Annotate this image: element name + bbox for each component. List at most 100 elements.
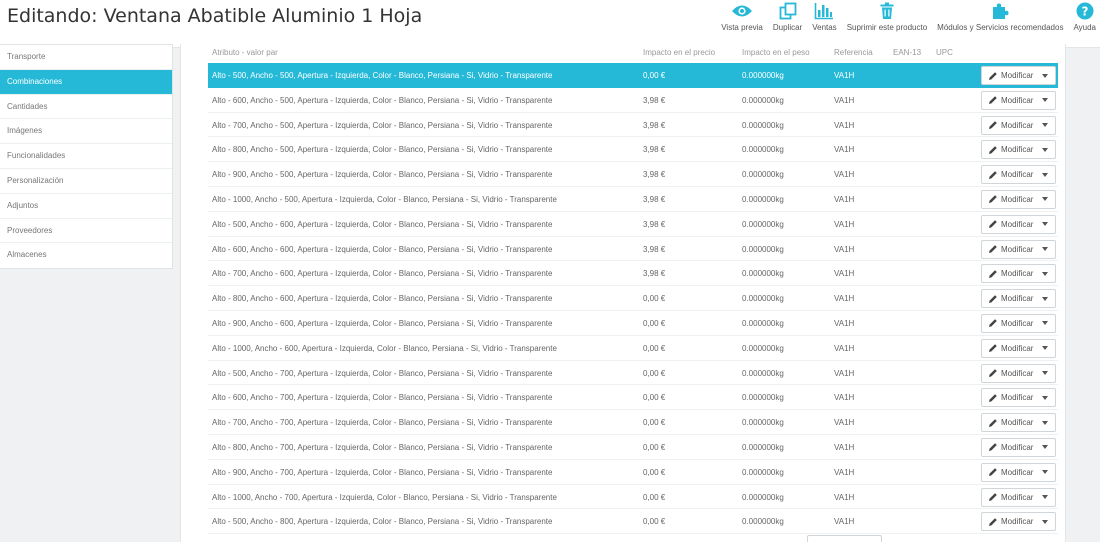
chevron-down-icon[interactable] [1042,197,1048,202]
row-weight-impact: 0.000000kg [742,318,784,328]
row-reference: VA1H [834,343,855,353]
chevron-down-icon[interactable] [1042,346,1048,351]
row-price-impact: 0,00 € [643,442,666,452]
pencil-icon [989,443,997,452]
sidebar-item-personalizacion[interactable]: Personalización [0,169,172,194]
sales-button[interactable]: Ventas [812,0,837,32]
modify-button[interactable]: Modificar [981,140,1056,160]
modify-button[interactable]: Modificar [981,90,1056,110]
modify-button[interactable]: Modificar [981,437,1056,457]
row-attribute: Alto - 700, Ancho - 500, Apertura - Izqu… [212,120,553,130]
sidebar-item-imagenes[interactable]: Imágenes [0,119,172,145]
row-price-impact: 3,98 € [643,170,666,180]
row-price-impact: 3,98 € [643,120,666,130]
chevron-down-icon[interactable] [1042,445,1048,450]
chevron-down-icon[interactable] [1042,371,1048,376]
chevron-down-icon[interactable] [1042,271,1048,276]
modify-button[interactable]: Modificar [981,512,1056,532]
pencil-icon [989,245,997,254]
chevron-down-icon[interactable] [1042,147,1048,152]
modules-services-button[interactable]: Módulos y Servicios recomendados [937,0,1063,32]
table-row[interactable]: Alto - 500, Ancho - 700, Apertura - Izqu… [208,361,1058,386]
chevron-down-icon[interactable] [1042,420,1048,425]
table-row[interactable]: Alto - 1000, Ancho - 700, Apertura - Izq… [208,485,1058,510]
modify-button[interactable]: Modificar [981,462,1056,482]
table-row[interactable]: Alto - 600, Ancho - 600, Apertura - Izqu… [208,237,1058,262]
table-row[interactable]: Alto - 600, Ancho - 500, Apertura - Izqu… [208,88,1058,113]
sidebar-item-transporte[interactable]: Transporte [0,45,172,70]
chevron-down-icon[interactable] [1042,247,1048,252]
modify-button-label: Modificar [1001,343,1034,353]
sidebar-item-adjuntos[interactable]: Adjuntos [0,194,172,219]
modify-button[interactable]: Modificar [981,214,1056,234]
row-price-impact: 0,00 € [643,492,666,502]
chevron-down-icon[interactable] [1042,222,1048,227]
modify-button-label: Modificar [1001,71,1034,80]
sidebar-item-combinaciones[interactable]: Combinaciones [0,69,172,95]
chevron-down-icon[interactable] [1042,495,1048,500]
modify-button[interactable]: Modificar [981,388,1056,408]
table-row[interactable]: Alto - 700, Ancho - 600, Apertura - Izqu… [208,261,1058,287]
chevron-down-icon[interactable] [1042,172,1048,177]
table-row[interactable]: Alto - 800, Ancho - 600, Apertura - Izqu… [208,286,1058,311]
chevron-down-icon[interactable] [1042,296,1048,301]
chevron-down-icon[interactable] [1042,395,1048,400]
chevron-down-icon[interactable] [1042,123,1048,128]
row-attribute: Alto - 1000, Ancho - 600, Apertura - Izq… [212,343,557,353]
combinations-table-body: Alto - 500, Ancho - 500, Apertura - Izqu… [208,63,1058,535]
row-attribute: Alto - 700, Ancho - 700, Apertura - Izqu… [212,418,553,428]
modify-button[interactable]: Modificar [981,264,1056,284]
sidebar-item-proveedores[interactable]: Proveedores [0,219,172,244]
row-price-impact: 0,00 € [643,368,666,378]
duplicate-button[interactable]: Duplicar [773,0,802,32]
pencil-icon [989,96,997,105]
table-row[interactable]: Alto - 1000, Ancho - 600, Apertura - Izq… [208,336,1058,361]
row-price-impact: 0,00 € [643,393,666,403]
modify-button[interactable]: Modificar [981,115,1056,135]
row-price-impact: 3,98 € [643,194,666,204]
combinations-panel: Atributo - valor par Impacto en el preci… [180,44,1066,542]
table-row[interactable]: Alto - 900, Ancho - 500, Apertura - Izqu… [208,162,1058,187]
sidebar-item-funcionalidades[interactable]: Funcionalidades [0,144,172,169]
pencil-icon [989,220,997,229]
table-row[interactable]: Alto - 500, Ancho - 600, Apertura - Izqu… [208,212,1058,237]
modify-button[interactable]: Modificar [981,189,1056,209]
modify-button-label: Modificar [1001,95,1034,105]
table-row[interactable]: Alto - 700, Ancho - 700, Apertura - Izqu… [208,410,1058,435]
modify-button[interactable]: Modificar [981,66,1056,85]
table-row[interactable]: Alto - 800, Ancho - 700, Apertura - Izqu… [208,435,1058,460]
table-row[interactable]: Alto - 500, Ancho - 500, Apertura - Izqu… [208,63,1058,88]
modify-button[interactable]: Modificar [981,239,1056,259]
table-row[interactable]: Alto - 800, Ancho - 500, Apertura - Izqu… [208,137,1058,163]
modify-button-partial[interactable] [807,535,882,542]
sidebar-item-almacenes[interactable]: Almacenes [0,243,172,268]
table-row[interactable]: Alto - 500, Ancho - 800, Apertura - Izqu… [208,509,1058,535]
pencil-icon [989,294,997,303]
modify-button[interactable]: Modificar [981,289,1056,309]
table-row[interactable]: Alto - 1000, Ancho - 500, Apertura - Izq… [208,187,1058,212]
modify-button[interactable]: Modificar [981,338,1056,358]
sidebar-item-cantidades[interactable]: Cantidades [0,95,172,120]
pencil-icon [989,319,997,328]
row-price-impact: 0,00 € [643,467,666,477]
help-button[interactable]: ? Ayuda [1073,0,1096,32]
modify-button[interactable]: Modificar [981,363,1056,383]
chevron-down-icon[interactable] [1042,321,1048,326]
modify-button[interactable]: Modificar [981,165,1056,185]
modify-button[interactable]: Modificar [981,413,1056,433]
table-row[interactable]: Alto - 900, Ancho - 600, Apertura - Izqu… [208,311,1058,336]
table-row[interactable]: Alto - 900, Ancho - 700, Apertura - Izqu… [208,460,1058,485]
modify-button-label: Modificar [1001,170,1034,180]
modify-button[interactable]: Modificar [981,487,1056,507]
modules-services-label: Módulos y Servicios recomendados [937,23,1064,32]
delete-product-button[interactable]: Suprimir este producto [847,0,927,32]
chevron-down-icon[interactable] [1042,519,1048,524]
modify-button[interactable]: Modificar [981,313,1056,333]
preview-button[interactable]: Vista previa [721,0,763,32]
chevron-down-icon[interactable] [1042,98,1048,103]
chevron-down-icon[interactable] [1042,73,1048,78]
table-row[interactable]: Alto - 600, Ancho - 700, Apertura - Izqu… [208,385,1058,411]
chevron-down-icon[interactable] [1042,470,1048,475]
header-upc: UPC [936,48,953,57]
table-row[interactable]: Alto - 700, Ancho - 500, Apertura - Izqu… [208,113,1058,138]
